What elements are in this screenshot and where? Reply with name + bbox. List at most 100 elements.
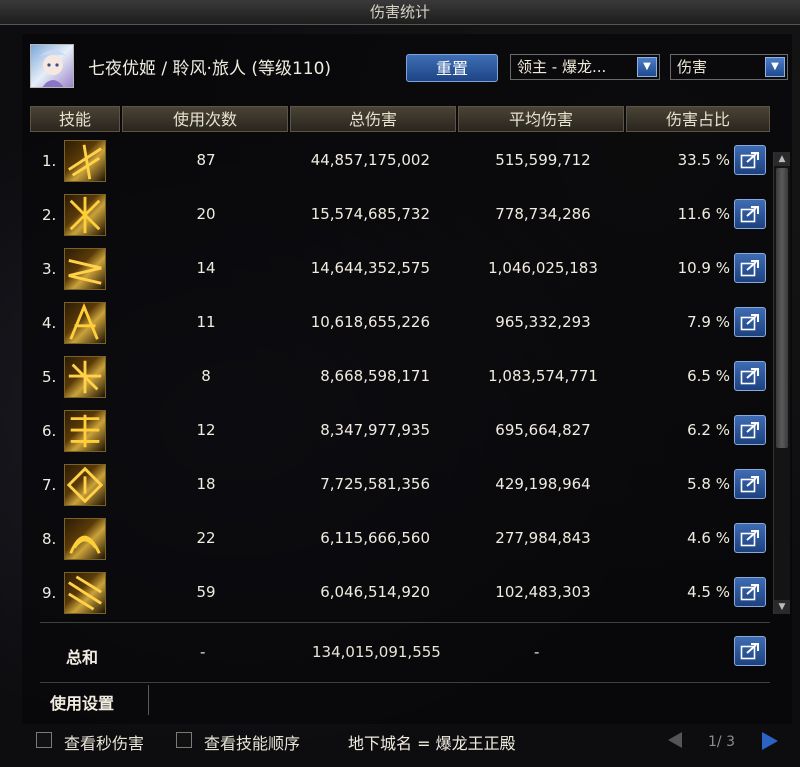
skill-icon: [64, 140, 106, 182]
table-row: 7. 18 7,725,581,356 429,198,964 5.8 %: [30, 458, 770, 512]
scroll-thumb[interactable]: [776, 168, 788, 448]
share-icon[interactable]: [734, 253, 766, 283]
reset-button[interactable]: 重置: [406, 54, 498, 82]
row-index: 1.: [42, 152, 57, 170]
chevron-down-icon[interactable]: ▼: [637, 57, 657, 77]
skill-order-checkbox-label[interactable]: 查看技能顺序: [204, 730, 300, 754]
header: 七夜优姬 / 聆风·旅人 (等级110) 重置 领主 - 爆龙... ▼ 伤害 …: [30, 44, 790, 88]
footer: 查看秒伤害 查看技能顺序 地下城名 = 爆龙王正殿 1/ 3: [0, 726, 800, 767]
col-pct[interactable]: 伤害占比: [626, 106, 770, 132]
col-avg[interactable]: 平均伤害: [458, 106, 624, 132]
use-count: 12: [196, 421, 216, 439]
damage-percent: 11.6 %: [677, 205, 730, 223]
share-icon[interactable]: [734, 523, 766, 553]
prev-page-icon[interactable]: [668, 732, 682, 748]
share-icon[interactable]: [734, 361, 766, 391]
next-page-icon[interactable]: [762, 732, 778, 750]
total-damage: 8,347,977,935: [320, 421, 430, 439]
avg-damage: 429,198,964: [495, 475, 591, 493]
total-damage: 15,574,685,732: [310, 205, 430, 223]
table-row: 5. 8 8,668,598,171 1,083,574,771 6.5 %: [30, 350, 770, 404]
damage-percent: 6.2 %: [687, 421, 730, 439]
use-count: 8: [201, 367, 211, 385]
use-count: 11: [196, 313, 216, 331]
dungeon-name: 地下城名 = 爆龙王正殿: [348, 734, 516, 753]
skill-icon: [64, 302, 106, 344]
total-avg: -: [534, 643, 540, 661]
use-count: 22: [196, 529, 216, 547]
skill-icon: [64, 410, 106, 452]
skill-icon: [64, 518, 106, 560]
table-row: 8. 22 6,115,666,560 277,984,843 4.6 %: [30, 512, 770, 566]
row-index: 6.: [42, 422, 57, 440]
total-label: 总和: [66, 648, 99, 667]
damage-percent: 4.6 %: [687, 529, 730, 547]
use-count: 18: [196, 475, 216, 493]
row-index: 4.: [42, 314, 57, 332]
share-icon[interactable]: [734, 415, 766, 445]
table-row: 3. 14 14,644,352,575 1,046,025,183 10.9 %: [30, 242, 770, 296]
avg-damage: 778,734,286: [495, 205, 591, 223]
col-skill[interactable]: 技能: [30, 106, 120, 132]
col-total[interactable]: 总伤害: [290, 106, 456, 132]
share-icon[interactable]: [734, 577, 766, 607]
damage-percent: 33.5 %: [677, 151, 730, 169]
avg-damage: 965,332,293: [495, 313, 591, 331]
metric-select-value: 伤害: [677, 58, 708, 76]
skill-icon: [64, 464, 106, 506]
skill-icon: [64, 248, 106, 290]
dps-checkbox[interactable]: [36, 732, 52, 748]
table-row: 2. 20 15,574,685,732 778,734,286 11.6 %: [30, 188, 770, 242]
row-index: 5.: [42, 368, 57, 386]
damage-percent: 4.5 %: [687, 583, 730, 601]
total-row: 总和 - 134,015,091,555 -: [30, 628, 770, 676]
total-damage: 8,668,598,171: [320, 367, 430, 385]
col-count[interactable]: 使用次数: [122, 106, 288, 132]
damage-percent: 5.8 %: [687, 475, 730, 493]
row-index: 9.: [42, 584, 57, 602]
skill-icon: [64, 572, 106, 614]
table-row: 9. 59 6,046,514,920 102,483,303 4.5 %: [30, 566, 770, 620]
metric-select[interactable]: 伤害 ▼: [670, 54, 788, 80]
skill-order-checkbox[interactable]: [176, 732, 192, 748]
total-sum: 134,015,091,555: [312, 643, 441, 661]
page-indicator: 1/ 3: [708, 734, 735, 750]
boss-select[interactable]: 领主 - 爆龙... ▼: [510, 54, 660, 80]
avg-damage: 102,483,303: [495, 583, 591, 601]
window-title: 伤害统计: [0, 0, 800, 25]
row-index: 2.: [42, 206, 57, 224]
dps-checkbox-label[interactable]: 查看秒伤害: [64, 730, 144, 754]
total-count: -: [200, 643, 206, 661]
row-index: 3.: [42, 260, 57, 278]
table-header: 技能 使用次数 总伤害 平均伤害 伤害占比: [30, 106, 770, 132]
damage-percent: 10.9 %: [677, 259, 730, 277]
scroll-down-icon[interactable]: ▼: [774, 600, 790, 614]
total-damage: 14,644,352,575: [310, 259, 430, 277]
scrollbar[interactable]: ▲ ▼: [773, 152, 790, 614]
share-icon[interactable]: [734, 469, 766, 499]
damage-percent: 6.5 %: [687, 367, 730, 385]
skill-icon: [64, 356, 106, 398]
share-icon[interactable]: [734, 199, 766, 229]
total-damage: 7,725,581,356: [320, 475, 430, 493]
chevron-down-icon[interactable]: ▼: [765, 57, 785, 77]
avg-damage: 1,046,025,183: [488, 259, 598, 277]
row-index: 8.: [42, 530, 57, 548]
avg-damage: 1,083,574,771: [488, 367, 598, 385]
share-icon[interactable]: [734, 145, 766, 175]
share-icon[interactable]: [734, 307, 766, 337]
share-icon[interactable]: [734, 636, 766, 666]
character-name: 七夜优姬 / 聆风·旅人 (等级110): [88, 59, 332, 79]
total-damage: 44,857,175,002: [310, 151, 430, 169]
use-count: 87: [196, 151, 216, 169]
settings-row: 使用设置: [40, 682, 770, 717]
skill-table: 1. 87 44,857,175,002 515,599,712 33.5 % 2. 20 1…: [30, 134, 770, 614]
separator: [148, 685, 149, 715]
settings-label[interactable]: 使用设置: [50, 690, 114, 714]
avg-damage: 277,984,843: [495, 529, 591, 547]
use-count: 14: [196, 259, 216, 277]
table-row: 4. 11 10,618,655,226 965,332,293 7.9 %: [30, 296, 770, 350]
scroll-up-icon[interactable]: ▲: [774, 152, 790, 166]
character-avatar: [30, 44, 74, 88]
damage-percent: 7.9 %: [687, 313, 730, 331]
